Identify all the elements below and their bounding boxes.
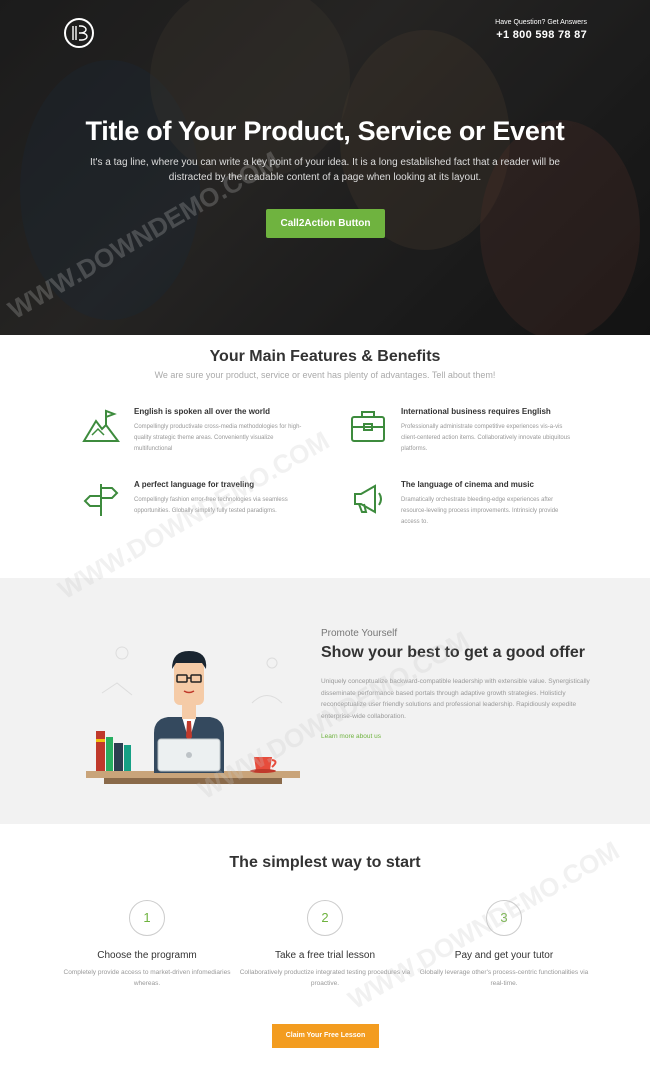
step-title: Pay and get your tutor: [454, 950, 554, 961]
step-number-circle: 3: [486, 900, 522, 936]
megaphone-icon: [354, 484, 382, 514]
hero-title: Title of Your Product, Service or Event: [85, 116, 565, 146]
feature-desc: Professionally administrate competitive …: [401, 424, 571, 452]
feature-title: The language of cinema and music: [401, 480, 534, 489]
step-desc: Collaboratively productize integrated te…: [239, 969, 411, 987]
hero-section: Have Question? Get Answers +1 800 598 78…: [0, 0, 650, 335]
features-title: Your Main Features & Benefits: [209, 348, 441, 365]
feature-desc: Compellingly fashion error-free technolo…: [134, 497, 288, 514]
header-contact: Have Question? Get Answers +1 800 598 78…: [495, 19, 587, 41]
step-desc: Globally leverage other's process-centri…: [419, 969, 589, 987]
office-worker-illustration: [86, 646, 300, 784]
step-title: Choose the programm: [97, 950, 197, 961]
step-title: Take a free trial lesson: [274, 950, 376, 961]
promo-kicker: Promote Yourself: [321, 628, 398, 639]
hero-tagline: It's a tag line, where you can write a k…: [90, 157, 560, 183]
learn-more-link[interactable]: Learn more about us: [321, 733, 381, 740]
feature-desc: Dramatically orchestrate bleeding-edge e…: [401, 497, 559, 525]
step-item: 1 Choose the programm Completely provide…: [57, 900, 237, 989]
logo-mark-icon: [72, 25, 88, 41]
call-to-action-button[interactable]: Call2Action Button: [266, 209, 385, 238]
step-item: 3 Pay and get your tutor Globally levera…: [414, 900, 594, 989]
feature-title: English is spoken all over the world: [134, 407, 271, 416]
feature-item: The language of cinema and music Dramati…: [354, 480, 576, 528]
features-subtitle: We are sure your product, service or eve…: [154, 370, 496, 380]
brand-logo[interactable]: [64, 18, 94, 48]
contact-phone[interactable]: +1 800 598 78 87: [495, 29, 587, 41]
feature-desc: Compellingly productivate cross-media me…: [134, 424, 302, 452]
promo-title: Show your best to get a good offer: [321, 644, 585, 661]
briefcase-icon: [351, 411, 385, 442]
feature-item: A perfect language for traveling Compell…: [83, 480, 309, 517]
feature-item: English is spoken all over the world Com…: [82, 407, 309, 455]
promo-section: Promote Yourself Show your best to get a…: [0, 578, 650, 824]
feature-item: International business requires English …: [351, 407, 576, 455]
contact-question: Have Question? Get Answers: [495, 19, 587, 26]
steps-title: The simplest way to start: [229, 854, 421, 871]
claim-free-lesson-button[interactable]: Claim Your Free Lesson: [272, 1024, 379, 1048]
feature-title: A perfect language for traveling: [134, 480, 255, 489]
step-item: 2 Take a free trial lesson Collaborative…: [235, 900, 415, 989]
step-number-circle: 1: [129, 900, 165, 936]
step-number-circle: 2: [307, 900, 343, 936]
mountain-flag-icon: [82, 409, 120, 442]
signpost-icon: [83, 484, 119, 516]
promo-text: Uniquely conceptualize backward-compatib…: [321, 678, 590, 720]
feature-title: International business requires English: [401, 407, 551, 416]
step-desc: Completely provide access to market-driv…: [63, 969, 231, 987]
